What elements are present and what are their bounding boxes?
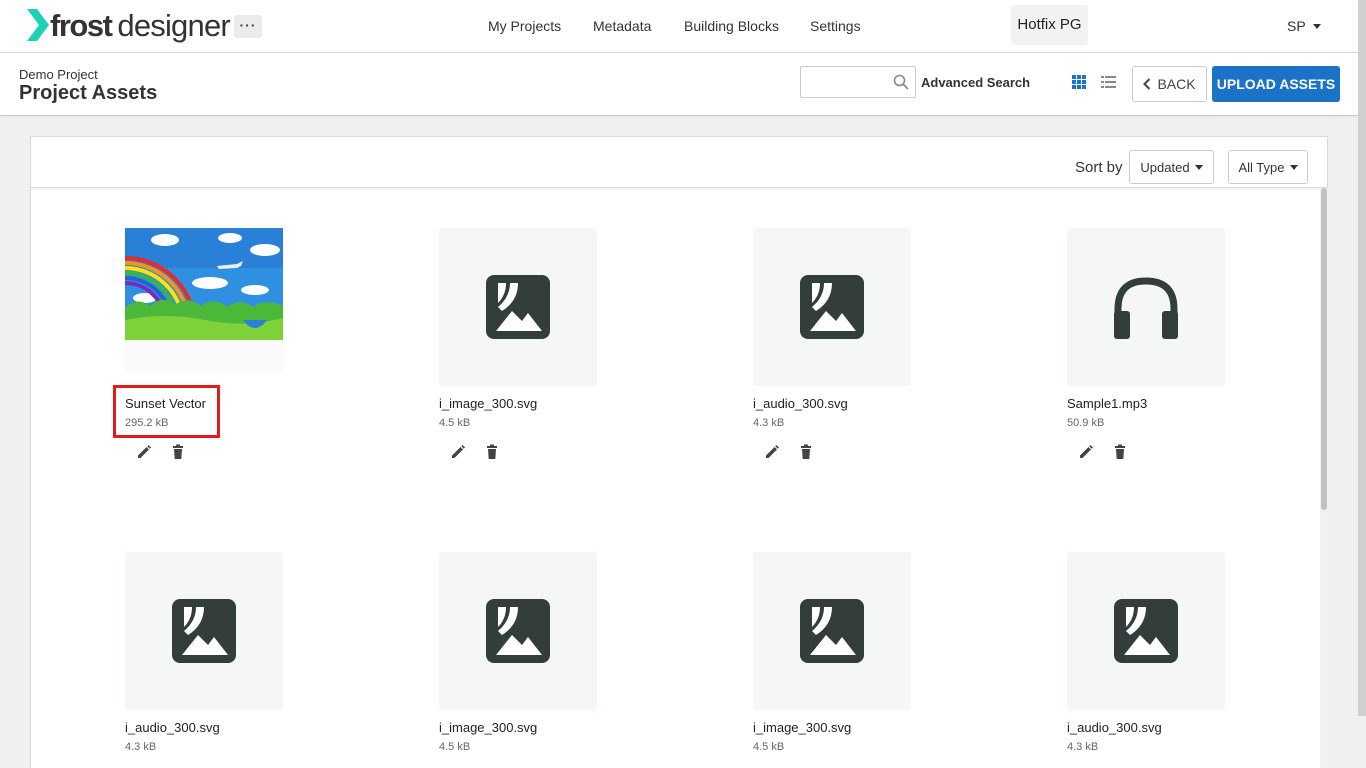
edit-pencil-icon[interactable] <box>136 444 152 460</box>
breadcrumb[interactable]: Demo Project <box>19 67 98 82</box>
asset-thumbnail[interactable] <box>125 228 283 371</box>
asset-name[interactable]: i_audio_300.svg <box>1067 720 1162 735</box>
workspace-selector[interactable]: Hotfix PG <box>1011 5 1088 45</box>
top-navbar: frost designer ··· My Projects Metadata … <box>0 0 1366 53</box>
asset-card[interactable]: i_image_300.svg 4.5 kB <box>753 552 953 768</box>
page-scrollbar[interactable] <box>1358 0 1366 716</box>
chevron-down-icon <box>1312 23 1321 29</box>
nav-settings[interactable]: Settings <box>810 18 861 34</box>
panel-scrollbar-thumb[interactable] <box>1321 188 1327 510</box>
asset-thumbnail[interactable] <box>439 552 597 710</box>
headphones-icon <box>1114 277 1178 339</box>
grid-view-icon[interactable] <box>1072 75 1086 89</box>
list-view-icon[interactable] <box>1101 75 1116 89</box>
asset-name[interactable]: Sample1.mp3 <box>1067 396 1147 411</box>
asset-card[interactable]: Sunset Vector 295.2 kB <box>113 228 325 478</box>
edit-pencil-icon[interactable] <box>764 444 780 460</box>
asset-card[interactable]: Sample1.mp3 50.9 kB <box>1067 228 1267 478</box>
page-title: Project Assets <box>19 82 158 104</box>
edit-pencil-icon[interactable] <box>1078 444 1094 460</box>
asset-thumbnail[interactable] <box>1067 228 1225 386</box>
image-icon <box>486 599 550 663</box>
back-button-label: BACK <box>1157 76 1196 92</box>
chevron-down-icon <box>1289 164 1298 170</box>
nav-building-blocks[interactable]: Building Blocks <box>684 18 779 34</box>
frost-designer-logo[interactable]: frost designer <box>27 7 231 43</box>
asset-size: 4.3 kB <box>1067 741 1099 753</box>
asset-actions <box>1078 444 1128 460</box>
image-icon <box>800 599 864 663</box>
asset-name[interactable]: i_image_300.svg <box>753 720 851 735</box>
asset-card[interactable]: i_audio_300.svg 4.3 kB <box>753 228 953 478</box>
sort-dropdown-value: Updated <box>1140 159 1190 175</box>
more-options-button[interactable]: ··· <box>234 15 262 38</box>
sort-dropdown[interactable]: Updated <box>1129 150 1214 184</box>
upload-assets-button[interactable]: UPLOAD ASSETS <box>1212 66 1340 102</box>
asset-name[interactable]: Sunset Vector <box>125 396 206 411</box>
delete-trash-icon[interactable] <box>1112 444 1128 460</box>
asset-card[interactable]: i_audio_300.svg 4.3 kB <box>125 552 325 768</box>
logo-chevron-icon <box>27 9 49 41</box>
type-filter-dropdown[interactable]: All Type <box>1228 150 1308 184</box>
nav-my-projects[interactable]: My Projects <box>488 18 561 34</box>
asset-size: 4.5 kB <box>439 417 471 429</box>
image-icon <box>172 599 236 663</box>
user-menu[interactable]: SP <box>1287 18 1321 34</box>
image-icon <box>1114 599 1178 663</box>
asset-thumbnail[interactable] <box>753 228 911 386</box>
sort-by-label: Sort by <box>1075 159 1123 176</box>
chevron-left-icon <box>1143 78 1151 90</box>
logo-designer-text: designer <box>117 7 230 43</box>
advanced-search-link[interactable]: Advanced Search <box>921 75 1030 90</box>
page-header: Demo Project Project Assets Advanced Sea… <box>0 53 1366 116</box>
asset-thumbnail[interactable] <box>753 552 911 710</box>
asset-card[interactable]: i_image_300.svg 4.5 kB <box>439 228 639 478</box>
asset-size: 4.3 kB <box>753 417 785 429</box>
user-initials: SP <box>1287 18 1306 34</box>
asset-thumbnail[interactable] <box>125 552 283 710</box>
asset-name[interactable]: i_audio_300.svg <box>125 720 220 735</box>
asset-size: 4.3 kB <box>125 741 157 753</box>
asset-size: 4.5 kB <box>439 741 471 753</box>
type-dropdown-value: All Type <box>1238 159 1285 175</box>
assets-toolbar: Sort by Updated All Type <box>31 137 1327 188</box>
image-icon <box>800 275 864 339</box>
asset-thumbnail[interactable] <box>1067 552 1225 710</box>
edit-pencil-icon[interactable] <box>450 444 466 460</box>
search-input[interactable] <box>807 73 887 91</box>
sunset-vector-thumbnail <box>125 228 283 340</box>
delete-trash-icon[interactable] <box>170 444 186 460</box>
delete-trash-icon[interactable] <box>798 444 814 460</box>
selection-highlight <box>113 385 220 438</box>
asset-thumbnail[interactable] <box>439 228 597 386</box>
chevron-down-icon <box>1194 164 1203 170</box>
search-icon[interactable] <box>893 74 909 90</box>
delete-trash-icon[interactable] <box>484 444 500 460</box>
asset-card[interactable]: i_audio_300.svg 4.3 kB <box>1067 552 1267 768</box>
asset-size: 50.9 kB <box>1067 417 1105 429</box>
back-button[interactable]: BACK <box>1132 66 1207 102</box>
asset-name[interactable]: i_image_300.svg <box>439 720 537 735</box>
asset-actions <box>136 444 186 460</box>
asset-size: 295.2 kB <box>125 417 169 429</box>
asset-card[interactable]: i_image_300.svg 4.5 kB <box>439 552 639 768</box>
nav-metadata[interactable]: Metadata <box>593 18 651 34</box>
asset-actions <box>764 444 814 460</box>
search-field[interactable] <box>800 66 916 98</box>
asset-name[interactable]: i_image_300.svg <box>439 396 537 411</box>
asset-actions <box>450 444 500 460</box>
image-icon <box>486 275 550 339</box>
logo-frost-text: frost <box>50 7 113 43</box>
asset-name[interactable]: i_audio_300.svg <box>753 396 848 411</box>
asset-size: 4.5 kB <box>753 741 785 753</box>
